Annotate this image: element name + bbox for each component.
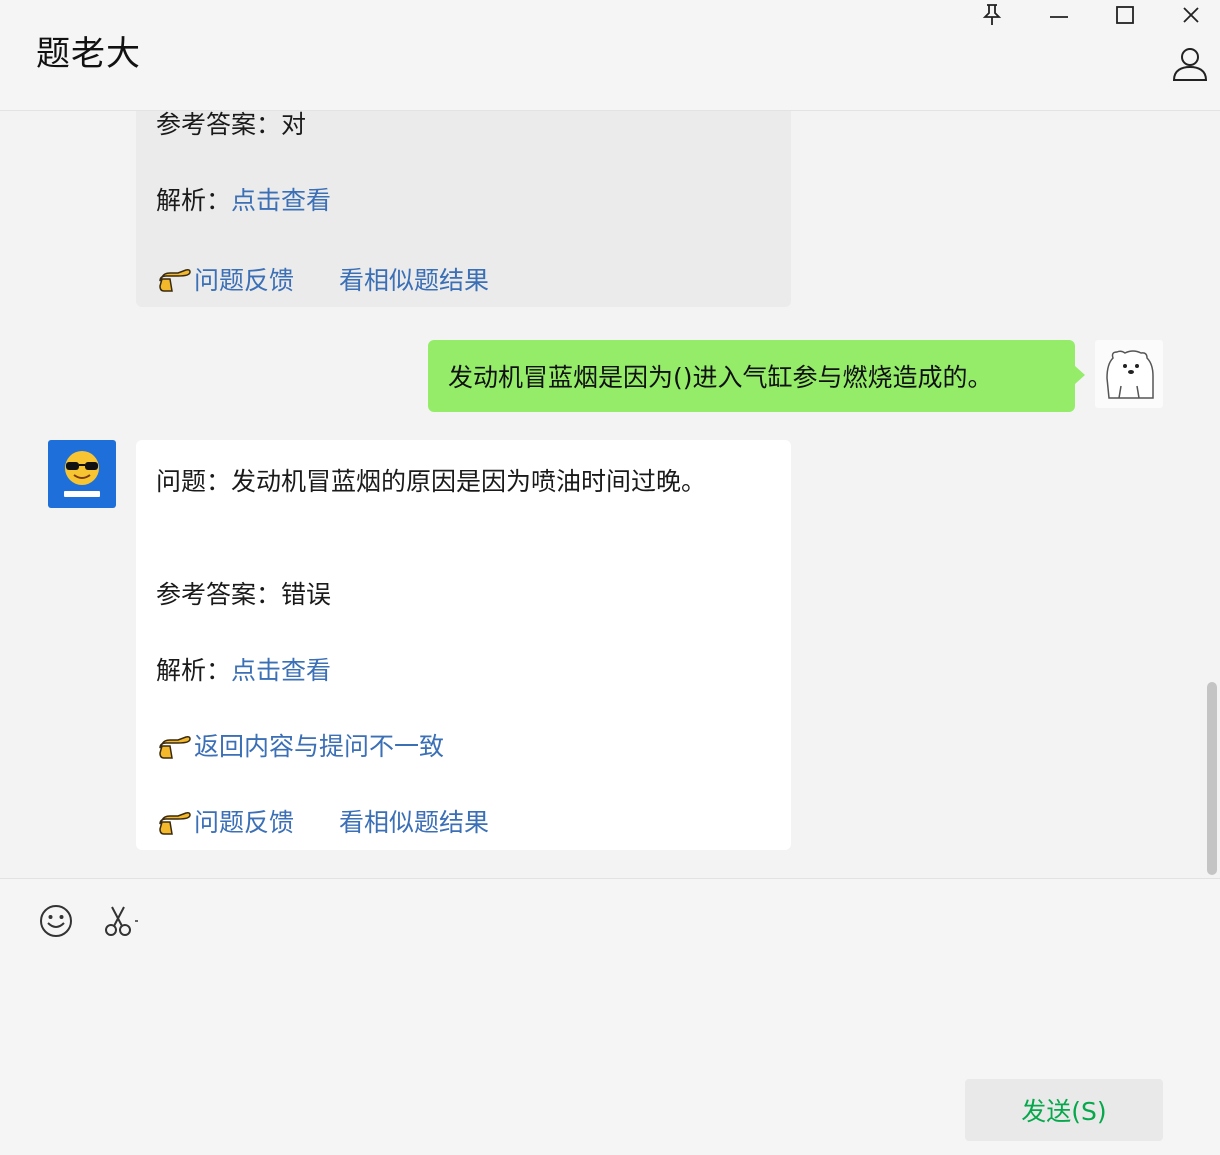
minimize-icon	[1050, 16, 1068, 18]
view-analysis-link[interactable]: 点击查看	[231, 186, 331, 215]
message-input-area[interactable]: 发送(S)	[0, 878, 1220, 1155]
maximize-button[interactable]	[1103, 0, 1147, 30]
screenshot-button[interactable]	[102, 903, 146, 943]
minimize-button[interactable]	[1037, 0, 1081, 30]
chat-history: 参考答案：对 解析：点击查看 问题反馈 看相似题结果 发动机冒蓝烟是因为()进入…	[0, 111, 1220, 878]
user-icon	[1172, 48, 1208, 81]
user-message-bubble: 发动机冒蓝烟是因为()进入气缸参与燃烧造成的。	[428, 340, 1085, 412]
view-analysis-link[interactable]: 点击查看	[231, 656, 331, 685]
title-bar: 题老大	[0, 0, 1220, 111]
mismatch-feedback-link[interactable]: 返回内容与提问不一致	[194, 727, 444, 763]
emoji-button[interactable]	[38, 903, 74, 943]
analysis-row: 解析：点击查看	[156, 651, 331, 687]
feedback-link[interactable]: 问题反馈	[194, 261, 294, 297]
analysis-label: 解析：	[156, 656, 232, 685]
answer-text: 参考答案：对	[156, 111, 307, 139]
chat-title: 题老大	[36, 34, 141, 74]
bot-message-bubble: 参考答案：对 解析：点击查看 问题反馈 看相似题结果	[136, 111, 791, 307]
profile-button[interactable]	[1170, 44, 1210, 84]
user-message-text: 发动机冒蓝烟是因为()进入气缸参与燃烧造成的。	[448, 363, 993, 392]
send-button[interactable]: 发送(S)	[965, 1079, 1163, 1141]
bot-avatar[interactable]	[48, 440, 116, 508]
emoji-icon	[40, 905, 72, 937]
pointing-hand-icon	[159, 269, 191, 292]
maximize-icon	[1116, 6, 1134, 24]
pointing-hand-icon	[159, 736, 191, 759]
feedback-link[interactable]: 问题反馈	[194, 803, 294, 839]
question-text: 问题：发动机冒蓝烟的原因是因为喷油时间过晚。	[156, 467, 707, 496]
pin-button[interactable]	[970, 0, 1014, 30]
bot-message-bubble: 问题：发动机冒蓝烟的原因是因为喷油时间过晚。 参考答案：错误 解析：点击查看 返…	[136, 440, 791, 850]
polar-bear-avatar-icon	[1106, 350, 1154, 399]
answer-text: 参考答案：错误	[156, 580, 332, 609]
analysis-label: 解析：	[156, 186, 232, 215]
user-avatar[interactable]	[1095, 340, 1163, 408]
similar-results-link[interactable]: 看相似题结果	[339, 261, 489, 297]
pointing-hand-icon	[159, 812, 191, 835]
close-button[interactable]	[1169, 0, 1213, 30]
close-icon	[1183, 7, 1199, 23]
scissors-icon	[105, 906, 138, 936]
chat-scrollbar[interactable]	[1207, 682, 1217, 875]
sunglasses-face-icon	[58, 451, 106, 500]
pin-icon	[982, 4, 1002, 25]
analysis-row: 解析：点击查看	[156, 181, 331, 217]
similar-results-link[interactable]: 看相似题结果	[339, 803, 489, 839]
